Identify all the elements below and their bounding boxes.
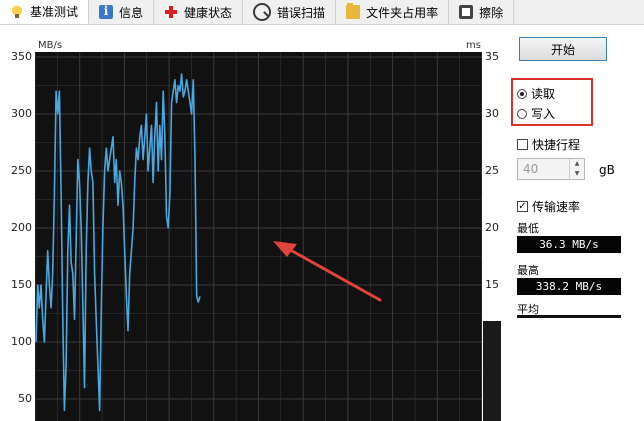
benchmark-chart [35,52,482,421]
left-tick-350: 350 [11,50,32,63]
left-tick-300: 300 [11,107,32,120]
avg-value [517,315,621,318]
right-tick-35: 35 [485,50,499,63]
left-tick-150: 150 [11,278,32,291]
tab-health-label: 健康状态 [184,5,233,20]
spinner-down-icon[interactable]: ▼ [570,169,584,179]
info-icon [99,4,114,19]
read-option[interactable]: 读取 [517,85,555,102]
start-button[interactable]: 开始 [519,37,607,61]
tab-benchmark[interactable]: 基准测试 [0,0,90,24]
min-value: 36.3 MB/s [517,236,621,253]
right-tick-30: 30 [485,107,499,120]
write-radio[interactable] [517,108,527,119]
tab-bar: 基准测试 信息 健康状态 错误扫描 文件夹占用率 擦除 [0,0,644,25]
right-axis-unit: ms [466,40,481,51]
tab-erase[interactable]: 擦除 [449,0,515,24]
max-label: 最高 [517,264,539,277]
transfer-rate-checkbox[interactable]: ✓ [517,201,528,212]
left-tick-250: 250 [11,164,32,177]
quick-stroke-checkbox[interactable] [517,139,528,150]
lightbulb-icon [10,4,24,19]
chart-edge-shadow [483,321,501,421]
write-label: 写入 [531,107,556,121]
tab-info-label: 信息 [119,5,144,20]
read-radio[interactable] [517,88,527,99]
left-tick-100: 100 [11,335,32,348]
trash-icon [459,5,474,19]
tab-benchmark-label: 基准测试 [30,5,79,19]
write-option[interactable]: 写入 [517,105,555,122]
tab-error-scan[interactable]: 错误扫描 [243,0,337,24]
left-tick-200: 200 [11,221,32,234]
right-tick-20: 20 [485,221,499,234]
health-cross-icon [164,5,178,19]
tab-folder-usage-label: 文件夹占用率 [366,5,439,20]
spinner-arrows[interactable]: ▲ ▼ [569,159,584,179]
transfer-rate-option[interactable]: ✓ 传输速率 [517,198,580,215]
spinner-unit: gB [599,163,615,177]
right-tick-15: 15 [485,278,499,291]
benchmark-chart-svg [35,52,482,421]
right-tick-25: 25 [485,164,499,177]
read-label: 读取 [531,87,556,101]
quick-stroke-label: 快捷行程 [532,138,581,152]
quick-stroke-spinner[interactable]: ▲ ▼ [517,158,585,180]
spinner-up-icon[interactable]: ▲ [570,159,584,169]
max-value: 338.2 MB/s [517,278,621,295]
folder-icon [346,3,361,19]
magnifier-icon [253,3,272,21]
tab-error-scan-label: 错误扫描 [277,5,326,20]
transfer-rate-line [35,73,201,412]
tab-health[interactable]: 健康状态 [154,0,244,24]
left-axis-unit: MB/s [38,40,63,51]
transfer-rate-label: 传输速率 [532,200,581,214]
tab-info[interactable]: 信息 [89,0,155,24]
min-label: 最低 [517,222,539,235]
tab-erase-label: 擦除 [479,5,504,20]
annotation-arrow [273,241,382,302]
quick-stroke-option[interactable]: 快捷行程 [517,136,580,153]
left-tick-50: 50 [18,392,32,405]
tab-folder-usage[interactable]: 文件夹占用率 [336,0,450,24]
quick-stroke-input[interactable] [520,161,574,177]
